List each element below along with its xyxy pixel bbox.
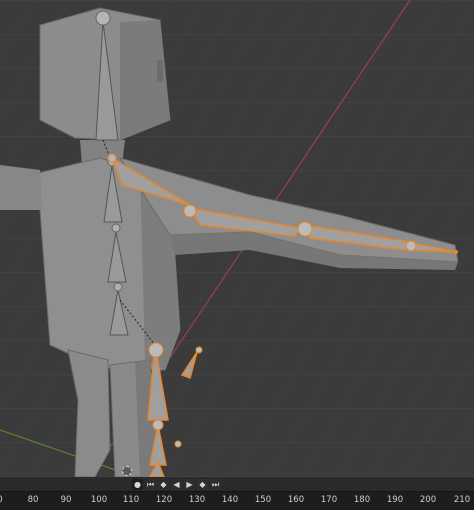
timeline-tick-label: 180 — [353, 495, 371, 505]
head-bone-joint[interactable] — [95, 10, 111, 26]
timeline-tick-label: 120 — [155, 495, 173, 505]
jump-to-end-icon[interactable]: ⏭ — [210, 478, 221, 490]
timeline-tick-label: 80 — [27, 495, 39, 505]
timeline-tick-label: 210 — [453, 495, 471, 505]
timeline-ruler[interactable]: 0 80 90 100 110 120 130 140 150 160 170 180 190 200 21… — [0, 491, 474, 510]
play-icon[interactable]: ▶ — [184, 478, 195, 490]
wrist-joint — [405, 240, 417, 252]
timeline-tick-label: 100 — [90, 495, 108, 505]
knee-ik-joint — [195, 346, 203, 354]
spine-joint-lower — [113, 282, 123, 292]
hip-joint — [148, 342, 164, 358]
elbow-joint — [297, 221, 313, 237]
origin-marker-icon[interactable] — [122, 466, 132, 476]
timeline-tick-label: 200 — [419, 495, 437, 505]
ear-detail — [157, 60, 163, 82]
timeline-tick-label: 0 — [0, 495, 3, 505]
shoulder-joint — [107, 153, 117, 163]
viewport-canvas[interactable] — [0, 0, 474, 477]
next-keyframe-icon[interactable]: ◆ — [197, 478, 208, 490]
timeline-tick-label: 190 — [386, 495, 404, 505]
timeline-tick-label: 160 — [287, 495, 305, 505]
timeline-tick-label: 130 — [188, 495, 206, 505]
elbow-joint-start — [183, 204, 197, 218]
timeline-tick-label: 90 — [60, 495, 72, 505]
knee-joint — [152, 419, 164, 431]
prev-keyframe-icon[interactable]: ◆ — [158, 478, 169, 490]
timeline-tick-label: 110 — [122, 495, 140, 505]
timeline-tick-label: 140 — [221, 495, 239, 505]
timeline-tick-label: 150 — [254, 495, 272, 505]
jump-to-start-icon[interactable]: ⏮ — [145, 478, 156, 490]
keyframe-dot-icon[interactable]: ● — [132, 478, 143, 490]
spine-joint-middle — [111, 223, 121, 233]
timeline-tick-label: 170 — [320, 495, 338, 505]
foot-control-joint — [174, 440, 182, 448]
playback-controls: ● ⏮ ◆ ◀ ▶ ◆ ⏭ — [132, 478, 221, 490]
3d-viewport[interactable] — [0, 0, 474, 477]
playback-bar: ● ⏮ ◆ ◀ ▶ ◆ ⏭ — [0, 477, 474, 491]
play-reverse-icon[interactable]: ◀ — [171, 478, 182, 490]
left-arm-mesh — [0, 165, 42, 210]
hand-tip-joint — [454, 250, 458, 254]
